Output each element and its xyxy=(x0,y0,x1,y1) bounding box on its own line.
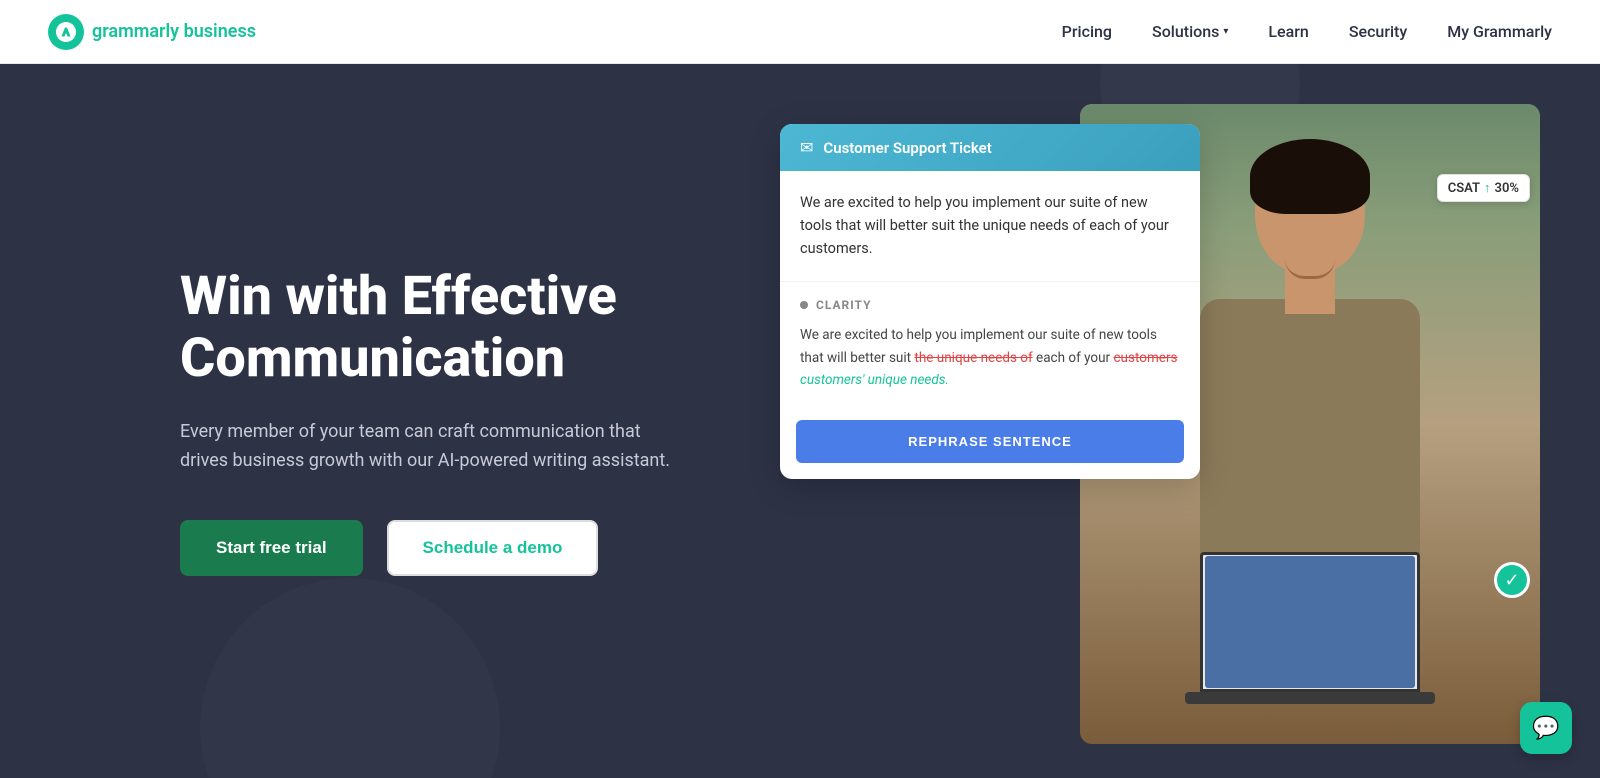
hero-title: Win with Effective Communication xyxy=(180,266,760,390)
grammarly-logo-icon xyxy=(48,14,84,50)
nav-item-security[interactable]: Security xyxy=(1349,22,1407,41)
chevron-down-icon: ▾ xyxy=(1223,26,1228,37)
csat-value: 30% xyxy=(1495,181,1519,196)
card-header-icon: ✉ xyxy=(800,138,813,157)
suggestion-text: We are excited to help you implement our… xyxy=(800,324,1180,393)
csat-arrow-icon: ↑ xyxy=(1484,180,1491,196)
rephrase-sentence-button[interactable]: REPHRASE SENTENCE xyxy=(796,420,1184,463)
card-header-title: Customer Support Ticket xyxy=(823,139,991,157)
card-header: ✉ Customer Support Ticket xyxy=(780,124,1200,171)
nav-item-solutions[interactable]: Solutions ▾ xyxy=(1152,22,1228,41)
check-circle-icon: ✓ xyxy=(1494,562,1530,598)
solutions-label: Solutions xyxy=(1152,22,1219,41)
chat-icon: 💬 xyxy=(1532,716,1559,741)
csat-badge: CSAT ↑ 30% xyxy=(1437,174,1530,202)
suggestion-correction: customers' unique needs. xyxy=(800,372,949,388)
clarity-dot-icon xyxy=(800,301,808,309)
hero-buttons: Start free trial Schedule a demo xyxy=(180,520,760,576)
navbar: grammarly business Pricing Solutions ▾ L… xyxy=(0,0,1600,64)
schedule-demo-button[interactable]: Schedule a demo xyxy=(387,520,599,576)
logo[interactable]: grammarly business xyxy=(48,14,256,50)
csat-label: CSAT xyxy=(1448,181,1480,196)
logo-text: grammarly business xyxy=(92,21,256,42)
nav-item-learn[interactable]: Learn xyxy=(1268,22,1308,41)
bg-decoration-2 xyxy=(200,578,500,778)
suggestion-strikethrough1: the unique needs of xyxy=(914,350,1032,366)
nav-link-pricing[interactable]: Pricing xyxy=(1062,22,1112,41)
hero-content: Win with Effective Communication Every m… xyxy=(180,266,760,576)
hero-subtitle: Every member of your team can craft comm… xyxy=(180,418,680,476)
nav-links: Pricing Solutions ▾ Learn Security My Gr… xyxy=(1062,22,1552,41)
nav-link-security[interactable]: Security xyxy=(1349,22,1407,41)
nav-link-my-grammarly[interactable]: My Grammarly xyxy=(1447,22,1552,41)
hero-section: Win with Effective Communication Every m… xyxy=(0,64,1600,778)
start-free-trial-button[interactable]: Start free trial xyxy=(180,520,363,576)
hero-visual: CSAT ↑ 30% ✓ ✉ Customer Support Ticket W… xyxy=(780,64,1600,778)
chat-widget[interactable]: 💬 xyxy=(1520,702,1572,754)
clarity-label: CLARITY xyxy=(800,298,1180,312)
card-body-text: We are excited to help you implement our… xyxy=(780,171,1200,282)
suggestion-part2: each of your xyxy=(1033,350,1114,366)
card-suggestion: CLARITY We are excited to help you imple… xyxy=(780,282,1200,409)
clarity-text: CLARITY xyxy=(816,298,872,312)
nav-link-learn[interactable]: Learn xyxy=(1268,22,1308,41)
grammarly-suggestion-card: ✉ Customer Support Ticket We are excited… xyxy=(780,124,1200,479)
logo-business-label: business xyxy=(184,21,256,42)
logo-brand-name: grammarly xyxy=(92,21,179,42)
nav-item-pricing[interactable]: Pricing xyxy=(1062,22,1112,41)
suggestion-strikethrough2: customers xyxy=(1113,350,1177,366)
nav-link-solutions[interactable]: Solutions ▾ xyxy=(1152,22,1228,41)
nav-item-my-grammarly[interactable]: My Grammarly xyxy=(1447,22,1552,41)
